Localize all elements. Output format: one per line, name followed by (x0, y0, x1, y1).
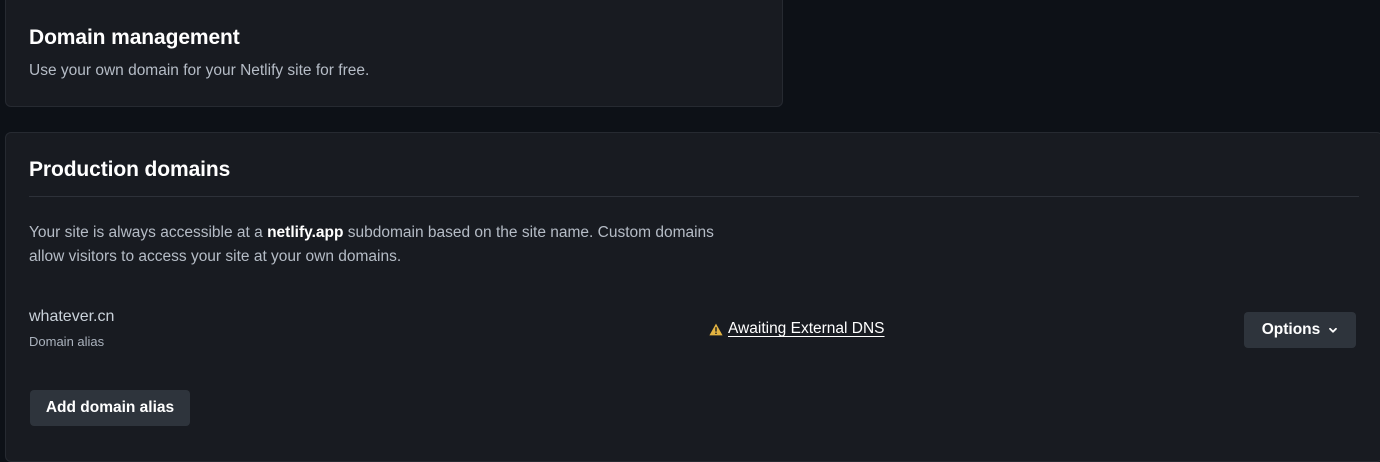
options-button[interactable]: Options (1244, 312, 1356, 348)
netlify-app-text: netlify.app (267, 224, 344, 241)
add-domain-alias-button[interactable]: Add domain alias (30, 390, 190, 426)
options-label: Options (1261, 321, 1321, 338)
production-domains-description: Your site is always accessible at a netl… (29, 224, 714, 265)
chevron-down-icon (1329, 327, 1338, 333)
dns-status-label: Awaiting External DNS (728, 320, 885, 337)
production-domains-card: Production domains Your site is always a… (5, 132, 1380, 462)
domain-type-label: Domain alias (29, 334, 105, 349)
production-domains-title: Production domains (29, 158, 231, 181)
section-divider (29, 196, 1359, 197)
domain-management-description: Use your own domain for your Netlify sit… (29, 62, 370, 79)
domain-management-card: Domain management Use your own domain fo… (5, 0, 783, 107)
dns-status-link[interactable]: Awaiting External DNS (709, 320, 885, 338)
domain-management-title: Domain management (29, 26, 240, 49)
warning-triangle-icon (709, 323, 723, 335)
domain-name: whatever.cn (29, 308, 115, 325)
